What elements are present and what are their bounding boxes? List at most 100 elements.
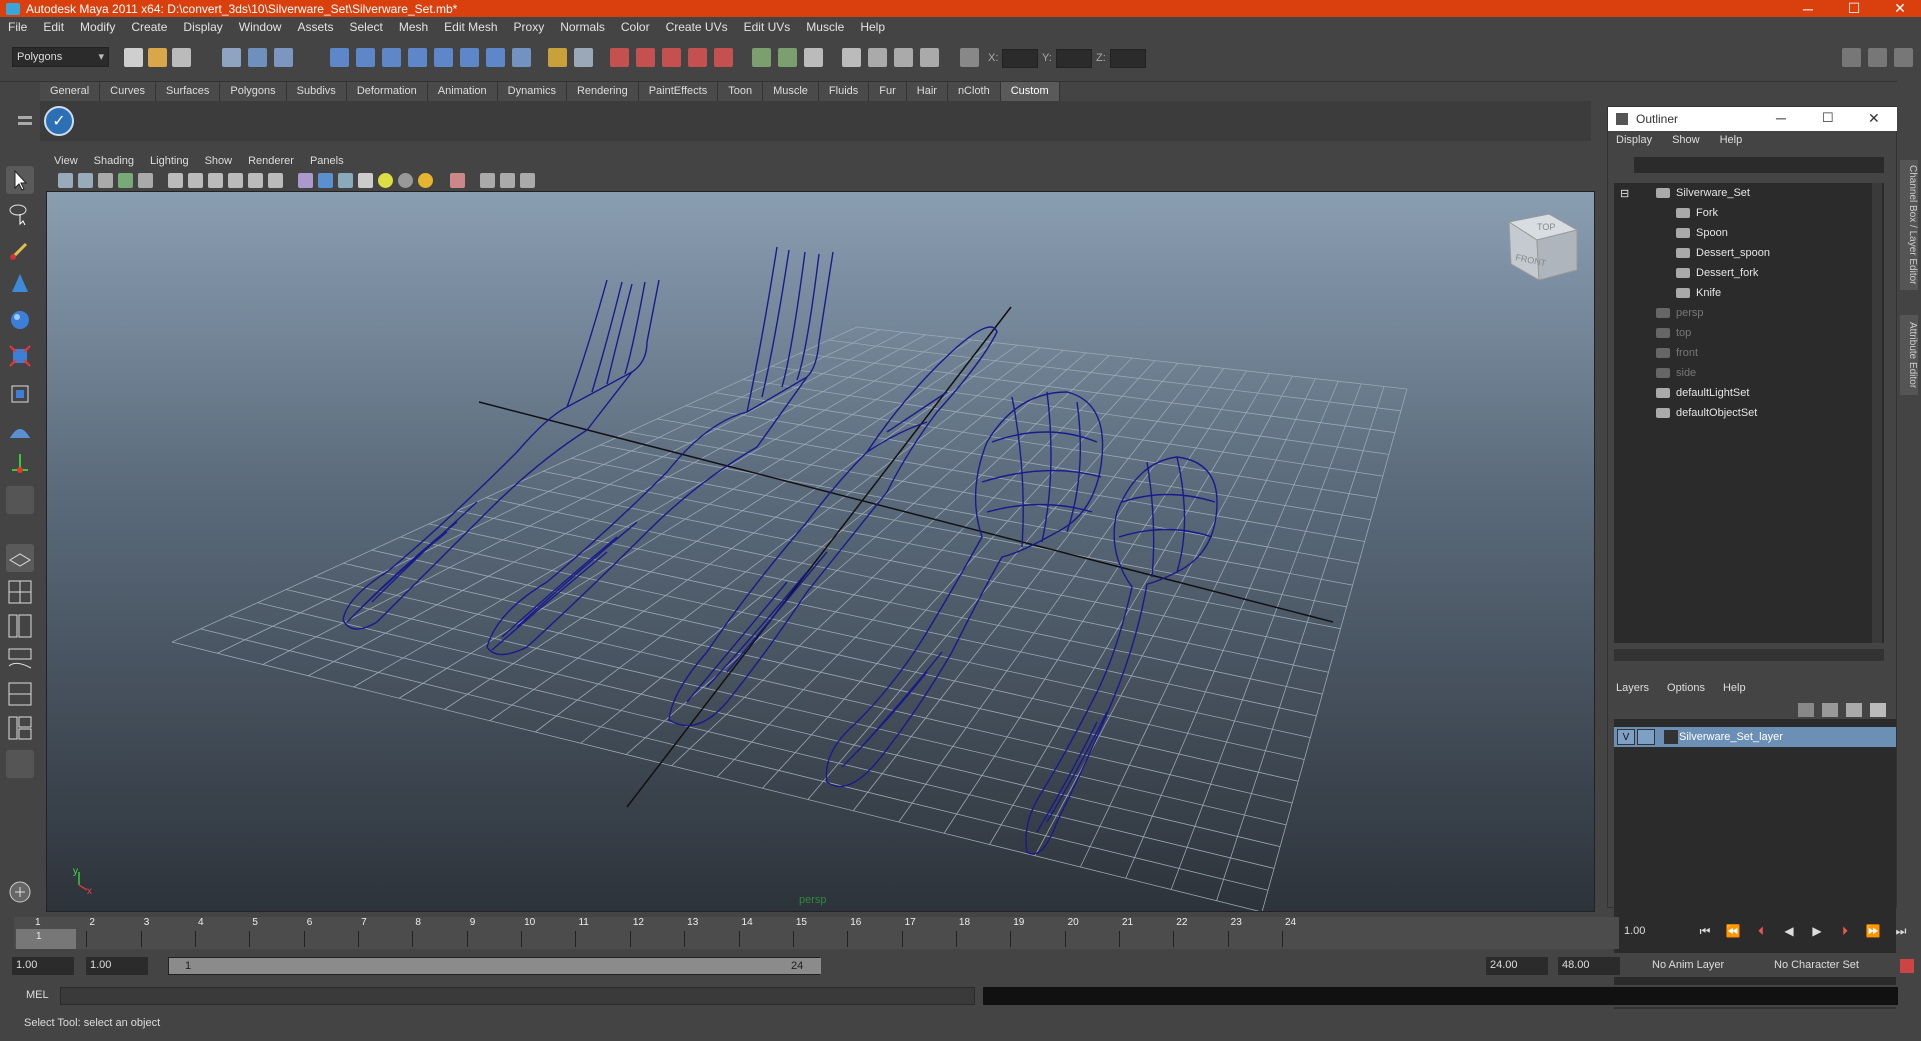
input-ops-icon[interactable] <box>752 48 771 67</box>
layers-menu-layers[interactable]: Layers <box>1616 682 1649 694</box>
open-scene-icon[interactable] <box>148 48 167 67</box>
rotate-tool-icon[interactable] <box>6 306 34 334</box>
channel-box-toggle-icon[interactable] <box>1894 48 1913 67</box>
shelf-tab-dynamics[interactable]: Dynamics <box>497 82 567 101</box>
make-live-icon[interactable] <box>714 48 733 67</box>
construction-history-icon[interactable] <box>804 48 823 67</box>
step-back-key-button[interactable]: ⏪ <box>1724 921 1742 941</box>
menu-edit-uvs[interactable]: Edit UVs <box>744 20 791 34</box>
persp-outliner-graph-layout-icon[interactable] <box>6 714 34 742</box>
dessert-fork-wireframe[interactable] <box>342 279 660 630</box>
playback-end-field[interactable]: 24.00 <box>1486 957 1548 975</box>
menu-help[interactable]: Help <box>860 20 885 34</box>
bookmarks-icon[interactable] <box>98 173 113 188</box>
layer-visibility-toggle[interactable]: V <box>1617 729 1635 745</box>
checkmark-shelf-icon[interactable]: ✓ <box>44 106 74 136</box>
gate-mask-icon[interactable] <box>228 173 243 188</box>
viewport-menu-renderer[interactable]: Renderer <box>248 155 294 167</box>
menu-edit-mesh[interactable]: Edit Mesh <box>444 20 497 34</box>
render-settings-icon[interactable] <box>920 48 939 67</box>
outliner-item[interactable]: Silverware_Set <box>1656 183 1750 203</box>
ipr-render-icon[interactable] <box>894 48 913 67</box>
mask-misc-icon[interactable] <box>512 48 531 67</box>
preferences-icon[interactable] <box>1900 959 1914 973</box>
snap-view-plane-icon[interactable] <box>688 48 707 67</box>
minimize-button[interactable]: ─ <box>1785 0 1831 17</box>
mask-rendering-icon[interactable] <box>486 48 505 67</box>
lasso-tool-icon[interactable] <box>6 200 34 228</box>
xray-icon[interactable] <box>480 173 495 188</box>
collapse-toggle-icon[interactable]: ⊟ <box>1620 183 1629 203</box>
outliner-item[interactable]: Fork <box>1676 203 1718 223</box>
step-back-frame-button[interactable]: ⏴ <box>1752 921 1770 941</box>
close-button[interactable]: ✕ <box>1877 0 1921 17</box>
current-frame-marker[interactable]: 1 <box>16 929 76 949</box>
outliner-item[interactable]: defaultObjectSet <box>1656 403 1757 423</box>
new-layer-empty-icon[interactable] <box>1798 703 1814 717</box>
y-field[interactable] <box>1056 49 1092 68</box>
textured-icon[interactable] <box>358 173 373 188</box>
menu-muscle[interactable]: Muscle <box>806 20 844 34</box>
knife-wireframe[interactable] <box>668 326 998 727</box>
outliner-minimize-button[interactable]: ─ <box>1776 110 1786 126</box>
shelf-tab-animation[interactable]: Animation <box>427 82 498 101</box>
hud-icon[interactable] <box>520 173 535 188</box>
x-field[interactable] <box>1002 49 1038 68</box>
shelf-tab-subdivs[interactable]: Subdivs <box>286 82 347 101</box>
shelf-tab-toon[interactable]: Toon <box>718 82 764 101</box>
move-tool-icon[interactable] <box>6 270 34 298</box>
playback-start-field[interactable]: 1.00 <box>86 957 148 975</box>
menu-file[interactable]: File <box>8 20 27 34</box>
outliner-item[interactable]: Dessert_spoon <box>1676 243 1770 263</box>
layout-options-icon[interactable] <box>6 750 34 778</box>
mask-surfaces-icon[interactable] <box>408 48 427 67</box>
mel-command-input[interactable] <box>60 987 975 1005</box>
layer-color-swatch[interactable] <box>1664 730 1678 744</box>
viewport-menu-lighting[interactable]: Lighting <box>150 155 189 167</box>
select-hierarchy-icon[interactable] <box>222 48 241 67</box>
time-slider[interactable]: 1 2 3 4 5 6 7 8 9 10 11 12 13 14 15 16 17 18 19 20 21 22 23 24 … <box>14 917 1619 949</box>
shelf-tab-ncloth[interactable]: nCloth <box>947 82 1001 101</box>
shelf-tab-custom[interactable]: Custom <box>1000 82 1060 101</box>
outliner-filter-field[interactable] <box>1634 157 1884 173</box>
outliner-item[interactable]: Knife <box>1676 283 1721 303</box>
outliner-hscrollbar[interactable] <box>1614 649 1884 661</box>
dessert-spoon-wireframe[interactable] <box>1025 456 1218 855</box>
wireframe-shading-icon[interactable] <box>298 173 313 188</box>
outliner-item[interactable]: Spoon <box>1676 223 1728 243</box>
camera-select-icon[interactable] <box>58 173 73 188</box>
outliner-close-button[interactable]: ✕ <box>1868 110 1880 127</box>
four-view-layout-icon[interactable] <box>6 578 34 606</box>
save-scene-icon[interactable] <box>172 48 191 67</box>
field-chart-icon[interactable] <box>248 173 263 188</box>
menu-proxy[interactable]: Proxy <box>514 20 545 34</box>
outliner-item[interactable]: front <box>1656 343 1698 363</box>
select-component-icon[interactable] <box>274 48 293 67</box>
persp-outliner-layout-icon[interactable] <box>6 612 34 640</box>
show-manipulator-icon[interactable] <box>6 450 34 478</box>
attribute-editor-tab[interactable]: Attribute Editor <box>1900 315 1918 395</box>
shelf-tab-rendering[interactable]: Rendering <box>566 82 639 101</box>
menu-modify[interactable]: Modify <box>80 20 115 34</box>
tool-settings-toggle-icon[interactable] <box>1868 48 1887 67</box>
snap-grid-icon[interactable] <box>610 48 629 67</box>
snap-curve-icon[interactable] <box>636 48 655 67</box>
soft-mod-tool-icon[interactable] <box>6 416 34 444</box>
image-plane-icon[interactable] <box>118 173 133 188</box>
resolution-gate-icon[interactable] <box>208 173 223 188</box>
shelf-tab-polygons[interactable]: Polygons <box>220 82 287 101</box>
last-tool-slot[interactable] <box>6 486 34 514</box>
outliner-maximize-button[interactable]: ☐ <box>1822 110 1834 126</box>
lock-selection-icon[interactable] <box>548 48 567 67</box>
range-slider[interactable]: 1 24 <box>168 957 821 975</box>
shelf-menu-handle[interactable] <box>14 82 34 142</box>
mask-deformers-icon[interactable] <box>434 48 453 67</box>
shelf-tab-surfaces[interactable]: Surfaces <box>155 82 221 101</box>
layer-add-icon[interactable] <box>1870 703 1886 717</box>
new-scene-icon[interactable] <box>124 48 143 67</box>
viewport-menu-panels[interactable]: Panels <box>310 155 344 167</box>
view-cube[interactable]: TOP FRONT <box>1507 213 1579 281</box>
outliner-item[interactable]: persp <box>1656 303 1704 323</box>
outliner-menu-display[interactable]: Display <box>1616 134 1652 146</box>
viewport-menu-view[interactable]: View <box>54 155 78 167</box>
